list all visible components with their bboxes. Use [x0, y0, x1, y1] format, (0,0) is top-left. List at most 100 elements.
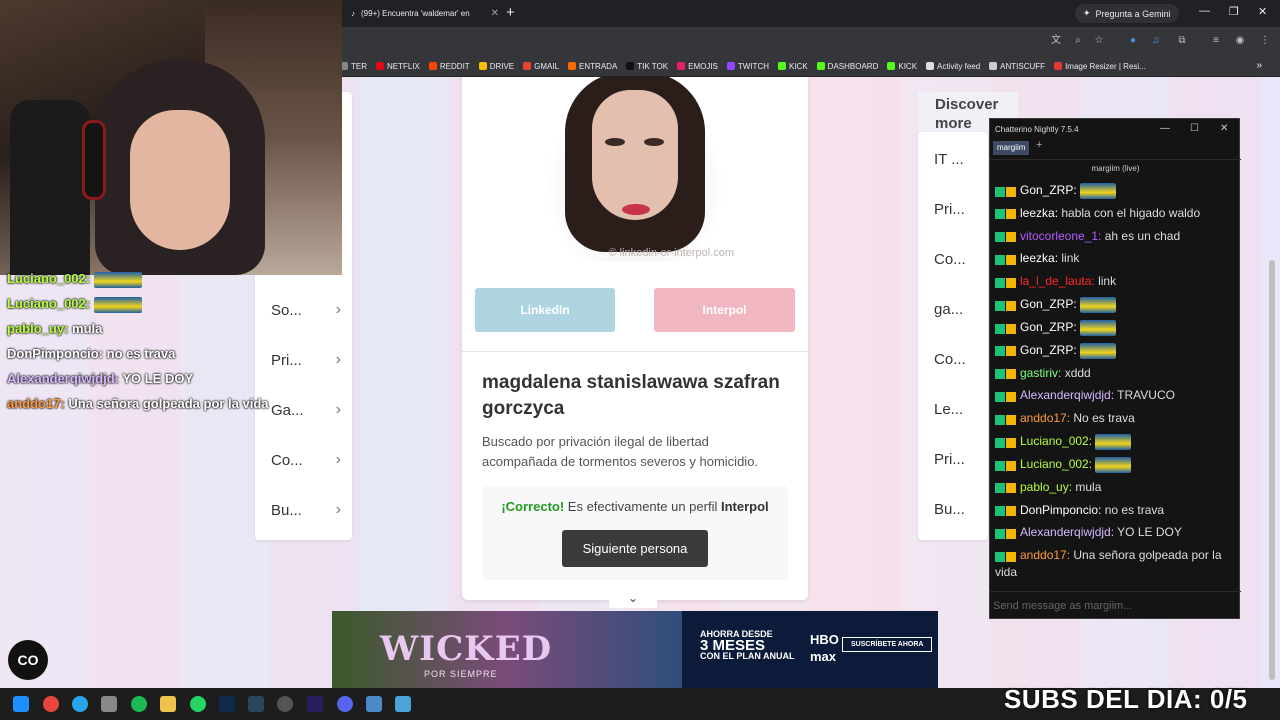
chat-username[interactable]: Luciano_002:: [1020, 457, 1095, 471]
chevron-down-icon[interactable]: ⌄: [609, 588, 657, 608]
chat-text: no es trava: [1104, 502, 1165, 517]
ad-promo-line: CON EL PLAN ANUAL: [700, 651, 795, 661]
windows-start-icon[interactable]: [13, 696, 29, 712]
chat-username[interactable]: leezka:: [1020, 251, 1061, 265]
chat-username[interactable]: Alexanderqiwjdjd:: [1020, 525, 1117, 539]
chat-username[interactable]: Gon_ZRP:: [1020, 297, 1080, 311]
profile-icon[interactable]: ◉: [1234, 35, 1246, 47]
chat-text: link: [1098, 274, 1117, 289]
chat-username[interactable]: Gon_ZRP:: [1020, 320, 1080, 334]
bookmark-item[interactable]: KICK: [887, 62, 917, 71]
translate-icon[interactable]: 文: [1050, 35, 1062, 47]
extension-icon[interactable]: ●: [1127, 35, 1139, 47]
menu-icon[interactable]: ⋮: [1259, 35, 1271, 47]
overlay-text: Una señora golpeada por la vida: [68, 396, 269, 411]
app-icon[interactable]: [101, 696, 117, 712]
chat-username[interactable]: Gon_ZRP:: [1020, 183, 1080, 197]
close-icon[interactable]: ✕: [491, 8, 499, 19]
browser-tab[interactable]: ♪ (99+) Encuentra 'waldemar' en ✕: [343, 2, 499, 25]
new-tab-button[interactable]: +: [506, 4, 515, 21]
obs-icon[interactable]: [277, 696, 293, 712]
emote-icon: [1080, 182, 1117, 199]
maximize-icon[interactable]: ❐: [1229, 5, 1239, 18]
chat-username[interactable]: anddo17:: [1020, 411, 1073, 425]
puzzle-icon[interactable]: ⧉: [1176, 35, 1188, 47]
chat-tab[interactable]: margiim: [993, 141, 1030, 155]
nav-item[interactable]: Bu... ›: [271, 498, 341, 522]
photoshop-icon[interactable]: [219, 696, 235, 712]
bookmark-item[interactable]: ENTRADA: [568, 62, 617, 71]
bookmark-item[interactable]: Activity feed: [926, 62, 980, 71]
gemini-button[interactable]: ✦ Pregunta a Gemini: [1075, 4, 1179, 23]
linkedin-button[interactable]: LinkedIn: [475, 288, 615, 332]
chrome-icon[interactable]: [43, 696, 59, 712]
chat-message: Gon_ZRP:: [990, 179, 1241, 202]
lips: [622, 204, 650, 215]
bookmark-item[interactable]: DRIVE: [478, 62, 514, 71]
chat-text: xddd: [1064, 365, 1091, 380]
chat-username[interactable]: DonPimponcio:: [1020, 503, 1105, 517]
discord-icon[interactable]: [337, 696, 353, 712]
zoom-icon[interactable]: ⌕: [1072, 35, 1084, 47]
chatterino-icon[interactable]: [366, 696, 382, 712]
chat-message: leezka: link: [990, 247, 1241, 270]
media-icon[interactable]: ≡: [1210, 35, 1222, 47]
bookmark-item[interactable]: TIK TOK: [626, 62, 668, 71]
bookmark-item[interactable]: ANTISCUFF: [989, 62, 1045, 71]
bookmark-item[interactable]: REDDIT: [428, 62, 470, 71]
edge-icon[interactable]: [72, 696, 88, 712]
bookmark-item[interactable]: DASHBOARD: [816, 62, 878, 71]
photo-watermark: © linkedin-or-interpol.com: [608, 247, 735, 259]
chat-message: Gon_ZRP:: [990, 293, 1241, 316]
star-icon[interactable]: ☆: [1093, 35, 1105, 47]
maximize-icon[interactable]: ☐: [1190, 123, 1199, 134]
chat-username[interactable]: Luciano_002:: [1020, 434, 1095, 448]
premiere-icon[interactable]: [307, 696, 323, 712]
ad-banner[interactable]: WICKED POR SIEMPRE AHORRA DESDE 3 MESES …: [332, 611, 938, 688]
interpol-button[interactable]: Interpol: [654, 288, 795, 332]
subscribe-button[interactable]: SUSCRÍBETE AHORA: [842, 637, 933, 652]
minimize-icon[interactable]: —: [1199, 5, 1210, 17]
spotify-icon[interactable]: [131, 696, 147, 712]
folder-icon[interactable]: [160, 696, 176, 712]
close-window-icon[interactable]: ✕: [1258, 5, 1267, 18]
next-person-button[interactable]: Siguiente persona: [562, 530, 708, 567]
add-tab-icon[interactable]: +: [1036, 139, 1042, 151]
chat-username[interactable]: anddo17:: [1020, 548, 1073, 562]
chat-username[interactable]: Alexanderqiwjdjd:: [1020, 388, 1117, 402]
captions-button[interactable]: CO: [8, 640, 48, 680]
steam-icon[interactable]: [248, 696, 264, 712]
ad-promo: AHORRA DESDE 3 MESES CON EL PLAN ANUAL H…: [682, 611, 938, 688]
chat-username[interactable]: gastiriv:: [1020, 366, 1065, 380]
audio-icon[interactable]: ♫: [1150, 35, 1162, 47]
emote-icon: [1095, 456, 1132, 473]
chat-username[interactable]: pablo_uy:: [1020, 480, 1075, 494]
bookmark-item[interactable]: KICK: [778, 62, 808, 71]
minimize-icon[interactable]: —: [1160, 123, 1170, 134]
chevron-right-icon[interactable]: »: [1256, 60, 1262, 71]
bookmark-item[interactable]: EMOJIS: [677, 62, 718, 71]
bookmark-item[interactable]: GMAIL: [523, 62, 559, 71]
bookmark-item[interactable]: Image Resizer | Resi...: [1054, 62, 1146, 71]
badge-icon: [995, 297, 1017, 313]
chat-message: la_l_de_lauta: link: [990, 270, 1241, 293]
overlay-message: Luciano_002:: [7, 295, 337, 313]
chat-username[interactable]: vitocorleone_1:: [1020, 229, 1105, 243]
chat-username[interactable]: la_l_de_lauta:: [1020, 274, 1098, 288]
bookmark-item[interactable]: NETFLIX: [376, 62, 420, 71]
chevron-right-icon: ›: [335, 451, 341, 468]
whatsapp-icon[interactable]: [190, 696, 206, 712]
chat-input[interactable]: Send message as margiim...: [990, 591, 1241, 619]
overlay-username: Luciano_002:: [7, 296, 94, 311]
scrollbar[interactable]: [1269, 260, 1275, 680]
eye: [644, 138, 664, 146]
chat-username[interactable]: Gon_ZRP:: [1020, 343, 1080, 357]
nav-item[interactable]: Co... ›: [271, 448, 341, 472]
close-icon[interactable]: ✕: [1220, 123, 1228, 134]
chat-message: gastiriv: xddd: [990, 362, 1241, 385]
bookmark-item[interactable]: TWITCH: [726, 62, 769, 71]
bookmark-item[interactable]: TER: [340, 62, 367, 71]
calculator-icon[interactable]: [395, 696, 411, 712]
chat-window-title: Chatterino Nightly 7.5.4: [995, 125, 1079, 134]
chat-username[interactable]: leezka:: [1020, 206, 1061, 220]
